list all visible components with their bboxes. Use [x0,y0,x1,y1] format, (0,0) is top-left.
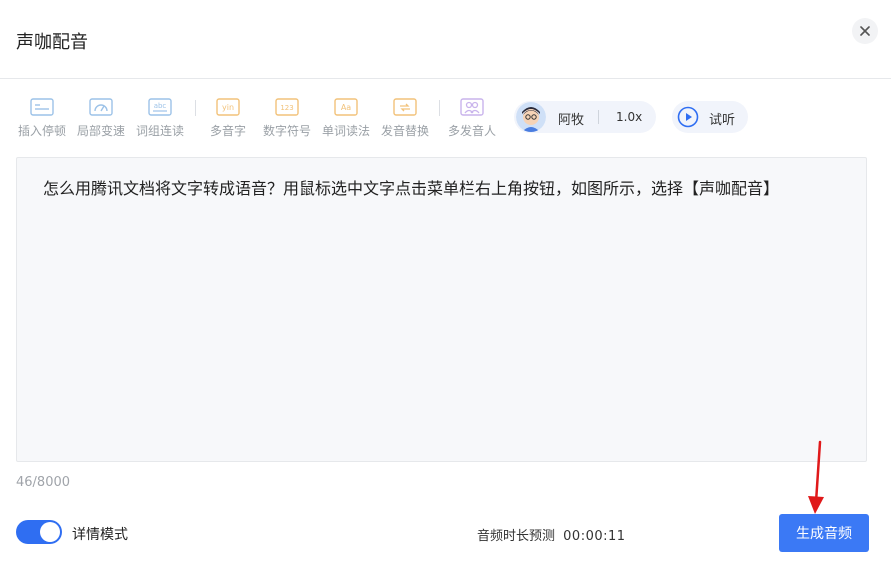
svg-text:123: 123 [280,104,293,112]
polyphone-tool[interactable]: yin 多音字 [198,98,258,139]
toolbar: 插入停顿 局部变速 abc 词组连读 yin 多音字 123 数字符号 Aa 单… [0,92,891,148]
duration-value: 00:00:11 [563,529,626,544]
number-symbol-tool[interactable]: 123 数字符号 [257,98,317,139]
people-icon [460,98,484,116]
toggle-knob [40,522,60,542]
detail-mode-toggle[interactable] [16,520,62,544]
replace-icon [393,98,417,116]
dialog-title: 声咖配音 [16,32,88,53]
polyphone-icon: yin [216,98,240,116]
generate-audio-button[interactable]: 生成音频 [779,514,869,552]
multi-speaker-label: 多发音人 [447,124,496,138]
partial-speed-label: 局部变速 [76,124,125,138]
voice-name: 阿牧 [558,113,585,128]
insert-pause-icon [30,98,54,116]
play-icon [677,106,699,128]
pronunciation-replace-tool[interactable]: 发音替换 [375,98,435,139]
editor-text[interactable]: 怎么用腾讯文档将文字转成语音？用鼠标选中文字点击菜单栏右上角按钮，如图所示，选择… [43,178,779,200]
voice-divider [598,110,599,124]
word-icon: Aa [334,98,358,116]
svg-text:abc: abc [154,102,167,110]
voice-selector[interactable]: 阿牧 1.0x [514,101,656,133]
pronunciation-replace-label: 发音替换 [380,124,429,138]
word-reading-tool[interactable]: Aa 单词读法 [316,98,376,139]
toolbar-divider [439,100,440,116]
abc-icon: abc [148,98,172,116]
text-editor[interactable]: 怎么用腾讯文档将文字转成语音？用鼠标选中文字点击菜单栏右上角按钮，如图所示，选择… [16,157,867,462]
dialog-header: 声咖配音 [0,0,891,79]
person-avatar-icon [516,102,546,132]
phrase-linking-label: 词组连读 [135,124,184,138]
insert-pause-label: 插入停顿 [17,124,66,138]
insert-pause-tool[interactable]: 插入停顿 [12,98,72,139]
listen-button[interactable]: 试听 [672,101,748,133]
generate-audio-label: 生成音频 [796,526,852,542]
phrase-linking-tool[interactable]: abc 词组连读 [130,98,190,139]
partial-speed-tool[interactable]: 局部变速 [71,98,131,139]
detail-mode-label: 详情模式 [72,527,128,543]
close-button[interactable] [852,18,878,44]
svg-text:Aa: Aa [341,103,351,112]
number-icon: 123 [275,98,299,116]
listen-label: 试听 [709,113,736,128]
number-symbol-label: 数字符号 [262,124,311,138]
voice-speed: 1.0x [616,110,643,124]
voice-dialog: 声咖配音 插入停顿 局部变速 abc 词组连读 yin 多音字 123 数字符号… [0,0,891,574]
polyphone-label: 多音字 [209,124,246,138]
svg-text:yin: yin [222,103,234,112]
word-reading-label: 单词读法 [321,124,370,138]
close-icon [860,26,870,36]
multi-speaker-tool[interactable]: 多发音人 [442,98,502,139]
toolbar-divider [195,100,196,116]
voice-avatar [516,102,546,132]
speedometer-icon [89,98,113,116]
duration-estimate: 音频时长预测 00:00:11 [477,525,626,544]
character-count: 46/8000 [16,475,71,490]
duration-label: 音频时长预测 [477,529,556,544]
